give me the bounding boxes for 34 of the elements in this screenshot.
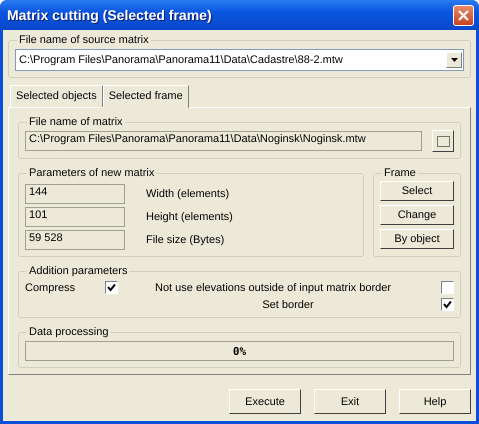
matrix-file-field[interactable]: C:\Program Files\Panorama\Panorama11\Data\Noginsk\Noginsk.mtw (25, 131, 422, 151)
dialog-button[interactable]: Exit (314, 389, 386, 414)
dialog-button[interactable]: Execute (229, 389, 301, 414)
parameter-field[interactable]: 59 528 (25, 230, 125, 250)
close-button[interactable] (453, 4, 474, 26)
group-label: Addition parameters (28, 265, 128, 277)
frame-button[interactable]: Change (380, 205, 454, 225)
checkbox[interactable] (441, 281, 454, 294)
browse-button[interactable] (432, 130, 454, 152)
parameter-field[interactable]: 144 (25, 184, 125, 204)
tab[interactable]: Selected frame (102, 85, 189, 108)
parameter-label: File size (Bytes) (146, 234, 224, 246)
dialog-button[interactable]: Help (399, 389, 471, 414)
frame-button[interactable]: Select (380, 181, 454, 201)
option-label: Set border (262, 298, 314, 310)
option-label: Compress (25, 282, 76, 294)
frame-button[interactable]: By object (380, 229, 454, 249)
dotted-rectangle-icon[interactable] (436, 136, 450, 146)
parameter-field[interactable]: 101 (25, 207, 125, 227)
tab[interactable]: Selected objects (10, 85, 103, 107)
group-label: File name of source matrix (18, 34, 150, 46)
group-label: Parameters of new matrix (28, 167, 156, 179)
source-matrix-dropdown[interactable]: C:\Program Files\Panorama\Panorama11\Data\Cadastre\88-2.mtw (15, 49, 464, 71)
close-icon[interactable] (457, 8, 470, 22)
parameter-label: Width (elements) (146, 188, 230, 200)
group-label: Frame (383, 167, 417, 179)
checkbox[interactable] (441, 298, 454, 311)
progress-reading: 0% (232, 344, 246, 358)
group-label: File name of matrix (28, 116, 124, 128)
parameter-label: Height (elements) (146, 211, 233, 223)
group-label: Data processing (28, 326, 110, 338)
option-label: Not use elevations outside of input matrix border (155, 282, 392, 294)
window-title: Matrix cutting (Selected frame) (7, 7, 212, 23)
checkbox[interactable] (105, 281, 118, 294)
